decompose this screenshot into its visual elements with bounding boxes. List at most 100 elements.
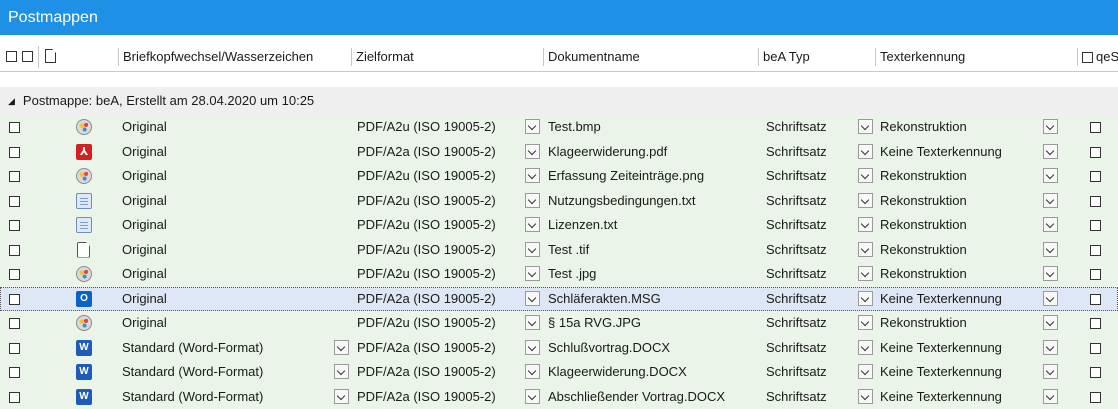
texterkennung-chevron-down-icon[interactable]: [1043, 364, 1058, 379]
bea-typ-chevron-down-icon[interactable]: [858, 168, 873, 183]
column-header-bea-typ[interactable]: beA Typ: [758, 48, 875, 66]
texterkennung-chevron-down-icon[interactable]: [1043, 315, 1058, 330]
texterkennung-cell[interactable]: Keine Texterkennung: [880, 360, 1002, 384]
zielformat-chevron-down-icon[interactable]: [525, 340, 540, 355]
row-checkbox[interactable]: [9, 195, 20, 207]
qes-checkbox[interactable]: [1090, 391, 1101, 403]
zielformat-chevron-down-icon[interactable]: [525, 242, 540, 257]
texterkennung-chevron-down-icon[interactable]: [1043, 266, 1058, 281]
texterkennung-chevron-down-icon[interactable]: [1043, 340, 1058, 355]
table-row[interactable]: OOriginalPDF/A2a (ISO 19005-2)Schläferak…: [0, 287, 1118, 312]
zielformat-cell[interactable]: PDF/A2a (ISO 19005-2): [357, 287, 496, 311]
zielformat-cell[interactable]: PDF/A2a (ISO 19005-2): [357, 385, 496, 409]
brief-dropdown-chevron-down-icon[interactable]: [334, 389, 349, 404]
row-checkbox[interactable]: [9, 219, 20, 231]
brief-cell[interactable]: Standard (Word-Format): [122, 385, 263, 409]
row-checkbox[interactable]: [9, 170, 20, 182]
table-row[interactable]: OriginalPDF/A2u (ISO 19005-2)Lizenzen.tx…: [0, 213, 1118, 238]
table-row[interactable]: OriginalPDF/A2u (ISO 19005-2)Test.bmpSch…: [0, 115, 1118, 140]
zielformat-chevron-down-icon[interactable]: [525, 389, 540, 404]
dokumentname-cell[interactable]: Klageerwiderung.pdf: [548, 140, 667, 164]
dokumentname-cell[interactable]: Erfassung Zeiteinträge.png: [548, 164, 704, 188]
row-checkbox[interactable]: [9, 342, 20, 354]
bea-typ-chevron-down-icon[interactable]: [858, 119, 873, 134]
zielformat-cell[interactable]: PDF/A2u (ISO 19005-2): [357, 213, 496, 237]
table-row[interactable]: OriginalPDF/A2u (ISO 19005-2)§ 15a RVG.J…: [0, 311, 1118, 336]
texterkennung-chevron-down-icon[interactable]: [1043, 193, 1058, 208]
table-row[interactable]: OriginalPDF/A2u (ISO 19005-2)Test .jpgSc…: [0, 262, 1118, 287]
zielformat-cell[interactable]: PDF/A2u (ISO 19005-2): [357, 189, 496, 213]
zielformat-chevron-down-icon[interactable]: [525, 315, 540, 330]
column-header-texterkennung[interactable]: Texterkennung: [875, 48, 1077, 66]
zielformat-cell[interactable]: PDF/A2a (ISO 19005-2): [357, 336, 496, 360]
expand-all-checkbox[interactable]: [22, 51, 33, 62]
texterkennung-chevron-down-icon[interactable]: [1043, 217, 1058, 232]
qes-checkbox[interactable]: [1090, 170, 1101, 182]
zielformat-cell[interactable]: PDF/A2u (ISO 19005-2): [357, 262, 496, 286]
select-all-checkbox[interactable]: [6, 51, 17, 62]
dokumentname-cell[interactable]: § 15a RVG.JPG: [548, 311, 641, 335]
dokumentname-cell[interactable]: Test .tif: [548, 238, 589, 262]
bea-typ-chevron-down-icon[interactable]: [858, 144, 873, 159]
bea-typ-cell[interactable]: Schriftsatz: [766, 311, 827, 335]
zielformat-chevron-down-icon[interactable]: [525, 266, 540, 281]
table-row[interactable]: OriginalPDF/A2u (ISO 19005-2)Test .tifSc…: [0, 238, 1118, 263]
texterkennung-cell[interactable]: Keine Texterkennung: [880, 336, 1002, 360]
row-checkbox[interactable]: [9, 317, 20, 329]
texterkennung-cell[interactable]: Keine Texterkennung: [880, 140, 1002, 164]
zielformat-cell[interactable]: PDF/A2u (ISO 19005-2): [357, 115, 496, 139]
collapse-triangle-icon[interactable]: ◢: [8, 87, 15, 115]
qes-checkbox[interactable]: [1090, 293, 1101, 305]
brief-dropdown-chevron-down-icon[interactable]: [334, 364, 349, 379]
zielformat-cell[interactable]: PDF/A2a (ISO 19005-2): [357, 140, 496, 164]
zielformat-chevron-down-icon[interactable]: [525, 168, 540, 183]
bea-typ-chevron-down-icon[interactable]: [858, 364, 873, 379]
texterkennung-cell[interactable]: Rekonstruktion: [880, 189, 967, 213]
table-row[interactable]: OriginalPDF/A2u (ISO 19005-2)Erfassung Z…: [0, 164, 1118, 189]
dokumentname-cell[interactable]: Schlußvortrag.DOCX: [548, 336, 670, 360]
row-checkbox[interactable]: [9, 146, 20, 158]
texterkennung-chevron-down-icon[interactable]: [1043, 242, 1058, 257]
zielformat-cell[interactable]: PDF/A2a (ISO 19005-2): [357, 360, 496, 384]
brief-cell[interactable]: Standard (Word-Format): [122, 336, 263, 360]
column-header-qes[interactable]: qeS: [1077, 48, 1118, 66]
texterkennung-chevron-down-icon[interactable]: [1043, 144, 1058, 159]
qes-checkbox[interactable]: [1090, 195, 1101, 207]
column-header-brief[interactable]: Briefkopfwechsel/Wasserzeichen: [118, 48, 351, 66]
qes-checkbox[interactable]: [1090, 219, 1101, 231]
zielformat-cell[interactable]: PDF/A2u (ISO 19005-2): [357, 164, 496, 188]
group-header[interactable]: ◢Postmappe: beA, Erstellt am 28.04.2020 …: [0, 87, 1118, 115]
bea-typ-cell[interactable]: Schriftsatz: [766, 115, 827, 139]
texterkennung-cell[interactable]: Rekonstruktion: [880, 213, 967, 237]
table-row[interactable]: WStandard (Word-Format)PDF/A2a (ISO 1900…: [0, 336, 1118, 361]
zielformat-chevron-down-icon[interactable]: [525, 144, 540, 159]
zielformat-chevron-down-icon[interactable]: [525, 193, 540, 208]
qes-checkbox[interactable]: [1090, 244, 1101, 256]
row-checkbox[interactable]: [9, 244, 20, 256]
qes-checkbox[interactable]: [1090, 121, 1101, 133]
column-header-dokumentname[interactable]: Dokumentname: [543, 48, 758, 66]
bea-typ-cell[interactable]: Schriftsatz: [766, 189, 827, 213]
bea-typ-cell[interactable]: Schriftsatz: [766, 336, 827, 360]
table-row[interactable]: WStandard (Word-Format)PDF/A2a (ISO 1900…: [0, 360, 1118, 385]
texterkennung-cell[interactable]: Keine Texterkennung: [880, 287, 1002, 311]
zielformat-cell[interactable]: PDF/A2u (ISO 19005-2): [357, 311, 496, 335]
texterkennung-chevron-down-icon[interactable]: [1043, 291, 1058, 306]
dokumentname-cell[interactable]: Abschließender Vortrag.DOCX: [548, 385, 725, 409]
qes-checkbox[interactable]: [1090, 366, 1101, 378]
texterkennung-cell[interactable]: Rekonstruktion: [880, 262, 967, 286]
row-checkbox[interactable]: [9, 391, 20, 403]
bea-typ-cell[interactable]: Schriftsatz: [766, 140, 827, 164]
bea-typ-cell[interactable]: Schriftsatz: [766, 213, 827, 237]
bea-typ-chevron-down-icon[interactable]: [858, 340, 873, 355]
bea-typ-cell[interactable]: Schriftsatz: [766, 238, 827, 262]
row-checkbox[interactable]: [9, 268, 20, 280]
bea-typ-chevron-down-icon[interactable]: [858, 389, 873, 404]
dokumentname-cell[interactable]: Test.bmp: [548, 115, 601, 139]
row-checkbox[interactable]: [9, 293, 20, 305]
zielformat-chevron-down-icon[interactable]: [525, 364, 540, 379]
table-row[interactable]: WStandard (Word-Format)PDF/A2a (ISO 1900…: [0, 385, 1118, 409]
texterkennung-chevron-down-icon[interactable]: [1043, 389, 1058, 404]
bea-typ-cell[interactable]: Schriftsatz: [766, 262, 827, 286]
qes-checkbox[interactable]: [1090, 342, 1101, 354]
